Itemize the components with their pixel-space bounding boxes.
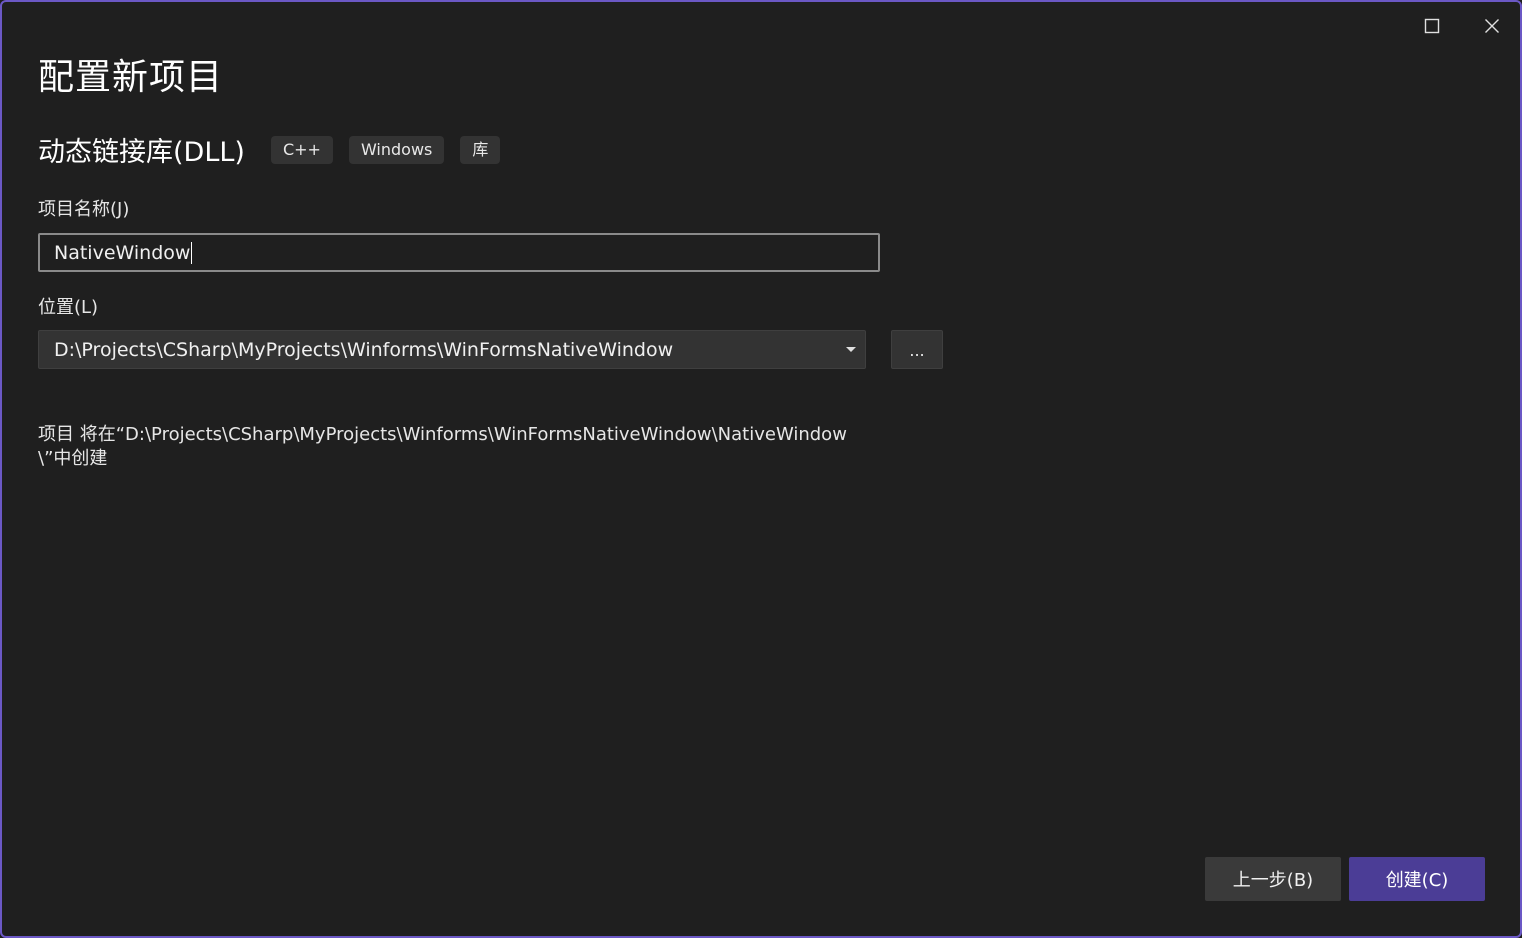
maximize-button[interactable] [1412,10,1452,42]
location-label: 位置(L) [38,297,99,318]
template-header: 动态链接库(DLL) C++ Windows 库 [38,130,516,169]
create-button[interactable]: 创建(C) [1349,857,1485,901]
maximize-icon [1424,18,1440,34]
project-name-value: NativeWindow [54,241,191,264]
page-title: 配置新项目 [38,57,224,98]
project-name-label: 项目名称(J) [38,199,130,220]
back-button[interactable]: 上一步(B) [1205,857,1341,901]
tag-project-type: 库 [460,135,501,164]
template-name: 动态链接库(DLL) [38,137,245,168]
dropdown-arrow-icon[interactable] [839,330,863,369]
text-caret [191,241,193,264]
project-path-info: 项目 将在“D:\Projects\CSharp\MyProjects\Winf… [38,424,847,469]
tag-platform: Windows [348,135,445,164]
close-icon [1485,19,1499,33]
location-value: D:\Projects\CSharp\MyProjects\Winforms\W… [54,338,674,361]
project-name-input[interactable]: NativeWindow [38,233,880,272]
close-button[interactable] [1472,10,1512,42]
configure-project-window: 配置新项目 动态链接库(DLL) C++ Windows 库 项目名称(J) N… [0,0,1522,938]
location-combobox[interactable]: D:\Projects\CSharp\MyProjects\Winforms\W… [38,330,866,369]
tag-language: C++ [270,135,333,164]
browse-button[interactable]: ... [891,330,943,369]
